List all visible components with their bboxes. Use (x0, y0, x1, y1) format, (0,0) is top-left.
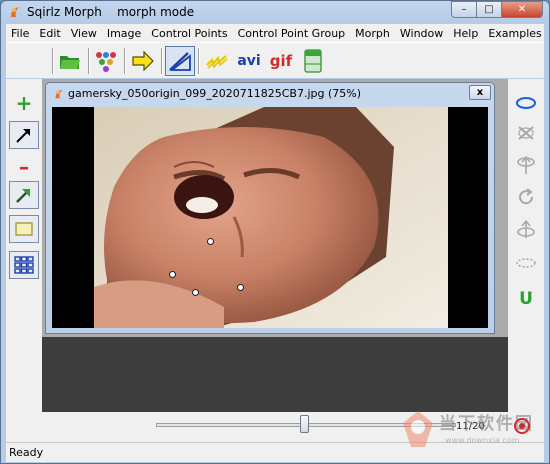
spark-effect-icon (206, 55, 228, 69)
main-toolbar: avi gif (6, 42, 544, 78)
menu-file[interactable]: File (6, 27, 34, 40)
move-up-icon (517, 155, 535, 174)
menu-morph[interactable]: Morph (350, 27, 395, 40)
color-dots-icon (96, 52, 116, 72)
grid-tool-button[interactable] (9, 251, 39, 279)
open-folder-icon (60, 56, 80, 69)
select-arrow-icon (16, 129, 30, 143)
app-icon (11, 7, 19, 17)
close-button[interactable]: ✕ (501, 1, 543, 18)
photo-image (94, 107, 448, 328)
next-button[interactable] (128, 46, 158, 76)
select-tool-button[interactable] (9, 121, 39, 149)
control-point[interactable] (169, 271, 176, 278)
ellipse-icon (516, 97, 536, 109)
minimize-button[interactable]: – (451, 1, 477, 18)
move-point-button[interactable] (9, 181, 39, 209)
avi-button[interactable]: avi (234, 46, 264, 76)
menu-control-points[interactable]: Control Points (146, 27, 232, 40)
ellipse-tool-button[interactable] (511, 89, 541, 117)
workspace-background (42, 337, 508, 412)
image-canvas[interactable] (52, 107, 488, 328)
panel-button[interactable] (298, 46, 328, 76)
gif-export-icon: gif (269, 52, 293, 70)
rectangle-tool-button[interactable] (9, 215, 39, 243)
menu-help[interactable]: Help (448, 27, 483, 40)
dotted-ellipse-button[interactable] (511, 249, 541, 277)
warp-mode-button[interactable] (165, 46, 195, 76)
toolbar-separator (124, 48, 126, 74)
control-point[interactable] (192, 289, 199, 296)
toolbar-separator (161, 48, 163, 74)
status-text: Ready (9, 446, 44, 459)
remove-point-button[interactable]: – (9, 153, 39, 181)
watermark-url: www.downxia.com (445, 436, 520, 445)
rotate-button[interactable] (511, 183, 541, 211)
remove-point-icon: – (19, 155, 29, 179)
scale-icon (517, 219, 535, 238)
document-icon (55, 89, 63, 99)
u-shape-button[interactable]: U (511, 285, 541, 313)
window-title: Sqirlz Morph morph mode (27, 5, 195, 19)
warp-mode-icon (169, 52, 191, 71)
app-window: Sqirlz Morph morph mode – □ ✕ File Edit … (0, 0, 550, 464)
toolbar-separator (88, 48, 90, 74)
move-point-icon (16, 189, 30, 203)
frame-slider-thumb[interactable] (300, 415, 309, 433)
colors-button[interactable] (91, 46, 121, 76)
control-point[interactable] (237, 284, 244, 291)
u-shape-icon: U (519, 289, 533, 309)
delete-group-button[interactable] (511, 119, 541, 147)
title-bar[interactable]: Sqirlz Morph morph mode – □ ✕ (1, 1, 549, 23)
rotate-icon (519, 188, 534, 205)
maximize-button[interactable]: □ (476, 1, 502, 18)
left-toolbar: + – (6, 79, 42, 412)
watermark-logo-icon (403, 411, 433, 447)
toolbar-separator (52, 48, 54, 74)
menu-image[interactable]: Image (102, 27, 146, 40)
document-title: gamersky_050origin_099_2020711825CB7.jpg… (68, 87, 362, 100)
document-close-button[interactable]: x (469, 85, 491, 100)
menu-view[interactable]: View (66, 27, 102, 40)
menu-window[interactable]: Window (395, 27, 448, 40)
target-icon[interactable] (513, 417, 531, 435)
move-up-button[interactable] (511, 151, 541, 179)
sparkle-button[interactable] (202, 46, 232, 76)
add-point-button[interactable]: + (9, 89, 39, 117)
control-point[interactable] (207, 238, 214, 245)
toolbar-separator (198, 48, 200, 74)
open-button[interactable] (55, 46, 85, 76)
arrow-right-icon (132, 51, 154, 71)
image-document-window[interactable]: gamersky_050origin_099_2020711825CB7.jpg… (45, 82, 495, 334)
mdi-workspace: gamersky_050origin_099_2020711825CB7.jpg… (42, 79, 508, 412)
menu-examples[interactable]: Examples (483, 27, 546, 40)
menu-control-point-group[interactable]: Control Point Group (233, 27, 351, 40)
menu-edit[interactable]: Edit (34, 27, 65, 40)
menu-bar: File Edit View Image Control Points Cont… (6, 24, 544, 42)
rectangle-icon (15, 222, 33, 236)
grid-icon (14, 256, 34, 274)
scale-button[interactable] (511, 215, 541, 243)
dotted-ellipse-icon (516, 258, 536, 268)
avi-export-icon: avi (237, 53, 261, 69)
add-point-icon: + (15, 91, 33, 115)
gif-button[interactable]: gif (266, 46, 296, 76)
right-toolbar: U (508, 79, 544, 412)
delete-group-icon (518, 126, 534, 140)
panel-icon (304, 49, 322, 73)
